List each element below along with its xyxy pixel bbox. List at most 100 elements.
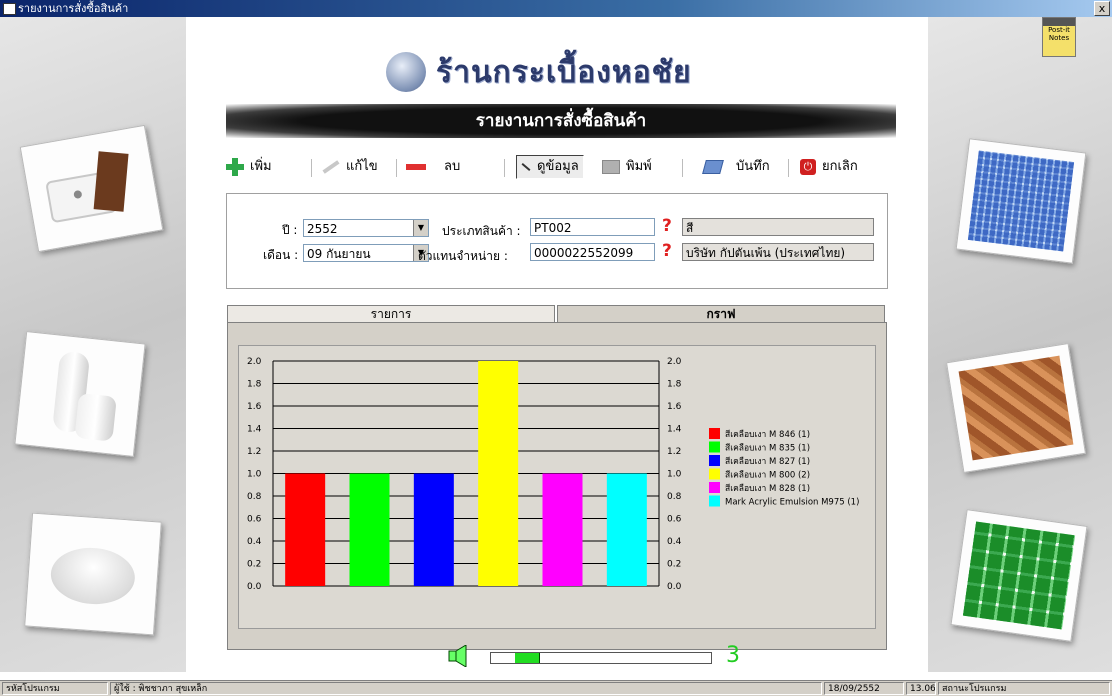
tab-list[interactable]: รายการ	[227, 305, 555, 323]
depth-control: 3	[448, 643, 748, 668]
filter-panel: ปี : 2552 ▼ เดือน : 09 กันยายน ▼ ประเภทส…	[226, 193, 888, 289]
printer-icon	[602, 159, 620, 174]
product-type-name: สี	[682, 218, 874, 236]
y-tick-label-right: 0.2	[667, 560, 681, 570]
y-tick-label: 1.0	[247, 470, 262, 480]
main-content: ร้านกระเบื้องหอชัย รายงานการสั่งซื้อสินค…	[186, 17, 928, 672]
legend-swatch	[709, 482, 720, 493]
cursor-icon	[521, 162, 531, 171]
folder-icon	[702, 159, 724, 174]
status-date: 18/09/2552	[824, 682, 904, 695]
dealer-label: ตัวแทนจำหน่าย :	[418, 249, 508, 263]
legend-swatch	[709, 455, 720, 466]
delete-button[interactable]: ลบ	[406, 155, 460, 179]
year-label: ปี :	[282, 223, 298, 237]
bar	[478, 361, 519, 586]
window-title: รายงานการสั่งซื้อสินค้า	[18, 2, 129, 15]
save-label: บันทึก	[736, 159, 770, 174]
minus-icon	[406, 163, 426, 170]
legend-label: สีเคลือบเงา M 835 (1)	[725, 443, 810, 454]
report-title: รายงานการสั่งซื้อสินค้า	[475, 111, 647, 131]
bar	[285, 473, 326, 586]
print-button[interactable]: พิมพ์	[602, 155, 652, 179]
y-tick-label: 1.4	[247, 425, 262, 435]
legend-label: สีเคลือบเงา M 800 (2)	[725, 470, 810, 481]
app-icon	[3, 3, 16, 15]
y-tick-label-right: 0.8	[667, 492, 682, 502]
legend-swatch	[709, 495, 720, 507]
status-user: ผู้ใช้ : พิชชาภา สุขเหล็ก	[110, 682, 822, 695]
y-tick-label: 1.2	[247, 447, 261, 457]
status-program-status: สถานะโปรแกรม	[938, 682, 1110, 695]
legend-swatch	[709, 468, 720, 480]
add-button[interactable]: เพิ่ม	[226, 155, 272, 179]
y-tick-label-right: 1.0	[667, 470, 682, 480]
dealer-input[interactable]: 0000022552099	[530, 243, 655, 261]
dealer-lookup-icon[interactable]: ?	[662, 241, 672, 261]
legend-swatch	[709, 441, 720, 453]
legend-label: Mark Acrylic Emulsion M975 (1)	[725, 498, 859, 508]
legend-label: สีเคลือบเงา M 827 (1)	[725, 456, 810, 467]
y-tick-label-right: 0.4	[667, 537, 682, 547]
legend-label: สีเคลือบเงา M 846 (1)	[725, 429, 810, 440]
status-program-code: รหัสโปรแกรม	[2, 682, 108, 695]
tab-container: รายการ กราฟ 0.0 0.0 0.2 0.2 0.4 0.4 0.6 0.6 0.8 0…	[227, 305, 887, 668]
y-tick-label: 0.8	[247, 492, 262, 502]
y-tick-label: 0.2	[247, 560, 261, 570]
bar	[349, 473, 390, 586]
delete-label: ลบ	[444, 159, 461, 174]
toolbar-separator	[504, 159, 505, 177]
y-tick-label: 1.8	[247, 380, 262, 390]
title-bar: รายงานการสั่งซื้อสินค้า x	[0, 0, 1112, 17]
product-type-lookup-icon[interactable]: ?	[662, 216, 672, 236]
year-select[interactable]: 2552 ▼	[303, 219, 429, 237]
cancel-button[interactable]: ⏻ ยกเลิก	[800, 155, 858, 179]
y-tick-label: 0.4	[247, 537, 262, 547]
y-tick-label-right: 0.0	[667, 582, 682, 592]
view-label: ดูข้อมูล	[537, 159, 579, 174]
y-tick-label-right: 0.6	[667, 515, 682, 525]
y-tick-label-right: 1.4	[667, 425, 682, 435]
depth-value: 3	[726, 643, 740, 668]
chart-area: 0.0 0.0 0.2 0.2 0.4 0.4 0.6 0.6 0.8 0.8 1.0 1.0 1.2 1…	[238, 345, 876, 629]
year-value: 2552	[307, 222, 338, 236]
report-banner: รายงานการสั่งซื้อสินค้า	[226, 104, 896, 138]
dealer-name: บริษัท กัปตันเพ้น (ประเทศไทย)	[682, 243, 874, 261]
close-button[interactable]: x	[1094, 1, 1110, 16]
left-decor-panel	[0, 17, 186, 672]
bottom-gap	[0, 672, 1112, 680]
shop-logo: ร้านกระเบื้องหอชัย	[386, 47, 736, 97]
y-tick-label: 0.6	[247, 515, 262, 525]
slider-thumb[interactable]	[515, 653, 540, 663]
month-value: 09 กันยายน	[307, 247, 371, 261]
bar	[606, 473, 647, 586]
right-decor-panel: Post-it Notes	[928, 17, 1112, 672]
mosaic-tile-photo	[955, 138, 1087, 264]
legend-swatch	[709, 428, 720, 439]
month-select[interactable]: 09 กันยายน ▼	[303, 244, 429, 262]
speaker-icon	[448, 644, 467, 668]
save-button[interactable]: บันทึก	[702, 155, 770, 179]
product-type-input[interactable]: PT002	[530, 218, 655, 236]
product-type-label: ประเภทสินค้า :	[442, 224, 521, 238]
urinal-photo	[14, 331, 146, 457]
view-button[interactable]: ดูข้อมูล	[516, 155, 584, 179]
y-tick-label-right: 2.0	[667, 357, 682, 367]
y-tick-label-right: 1.6	[667, 402, 682, 412]
wood-tile-photo	[946, 342, 1086, 474]
status-bar: รหัสโปรแกรม ผู้ใช้ : พิชชาภา สุขเหล็ก 18…	[0, 680, 1112, 696]
chevron-down-icon[interactable]: ▼	[413, 220, 428, 236]
edit-label: แก้ไข	[346, 159, 378, 174]
y-tick-label: 0.0	[247, 582, 262, 592]
cancel-label: ยกเลิก	[822, 159, 858, 174]
y-tick-label: 2.0	[247, 357, 262, 367]
y-tick-label-right: 1.2	[667, 447, 681, 457]
green-tile-photo	[950, 509, 1088, 642]
sink-photo	[19, 124, 164, 253]
edit-button[interactable]: แก้ไข	[322, 155, 378, 179]
y-tick-label-right: 1.8	[667, 380, 682, 390]
post-it-notes-icon[interactable]: Post-it Notes	[1042, 17, 1076, 57]
toolbar-separator	[682, 159, 683, 177]
toolbar-separator	[788, 159, 789, 177]
depth-slider[interactable]	[490, 652, 712, 664]
